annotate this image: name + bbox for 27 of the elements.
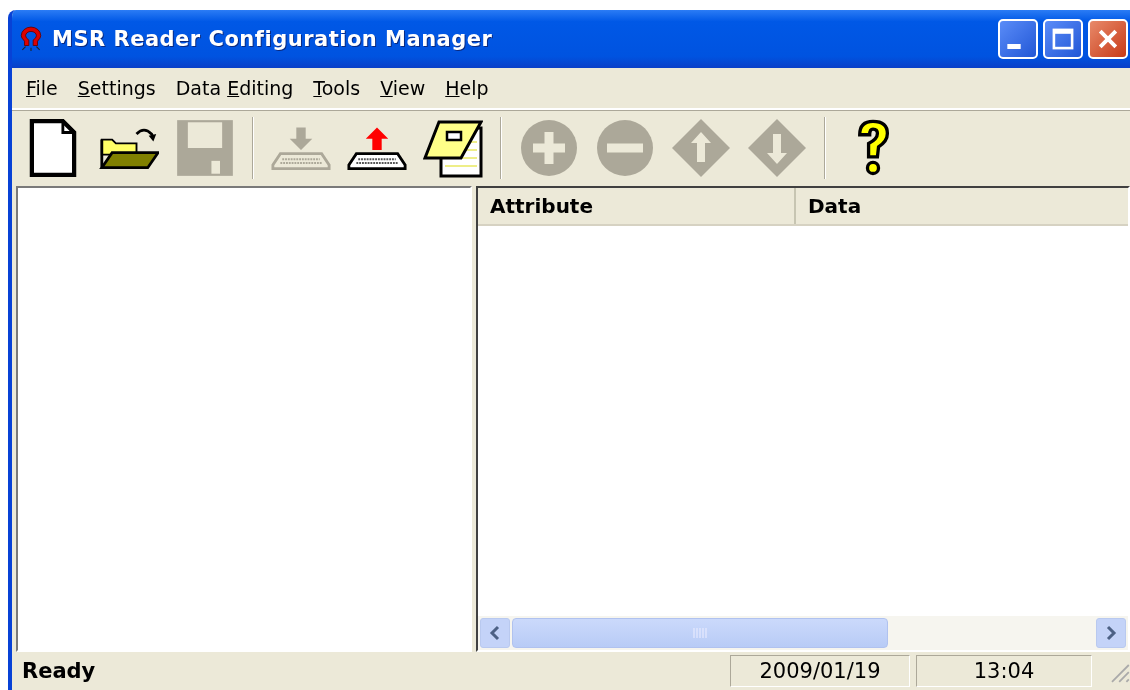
- menu-item[interactable]: Data Editing: [167, 75, 302, 101]
- status-time: 13:04: [916, 655, 1092, 687]
- down-arrow-diamond-icon: [747, 117, 807, 179]
- maximize-icon: [1050, 26, 1076, 52]
- menu-item[interactable]: File: [18, 75, 66, 101]
- plus-circle-icon: [519, 117, 579, 179]
- minimize-icon: [1007, 43, 1021, 49]
- right-chevron-icon: [1105, 625, 1117, 641]
- status-date: 2009/01/19: [730, 655, 910, 687]
- menu-item[interactable]: View: [372, 75, 434, 101]
- left-chevron-icon: [489, 625, 501, 641]
- menu-item[interactable]: Tools: [305, 75, 369, 101]
- close-button[interactable]: [1088, 19, 1128, 59]
- scroll-left-button[interactable]: [480, 618, 510, 648]
- menu-item[interactable]: Settings: [69, 75, 164, 101]
- magnet-icon: [18, 26, 44, 52]
- minus-circle-icon: [595, 117, 655, 179]
- minimize-button[interactable]: [998, 19, 1038, 59]
- scroll-right-button[interactable]: [1096, 618, 1126, 648]
- horizontal-scrollbar[interactable]: [478, 616, 1128, 650]
- window-title: MSR Reader Configuration Manager: [52, 27, 493, 51]
- up-arrow-diamond-icon: [671, 117, 731, 179]
- maximize-button[interactable]: [1043, 19, 1083, 59]
- grip-icon: [693, 627, 707, 639]
- status-message: Ready: [22, 659, 97, 683]
- menu-item[interactable]: Help: [437, 75, 497, 101]
- scroll-thumb[interactable]: [512, 618, 888, 648]
